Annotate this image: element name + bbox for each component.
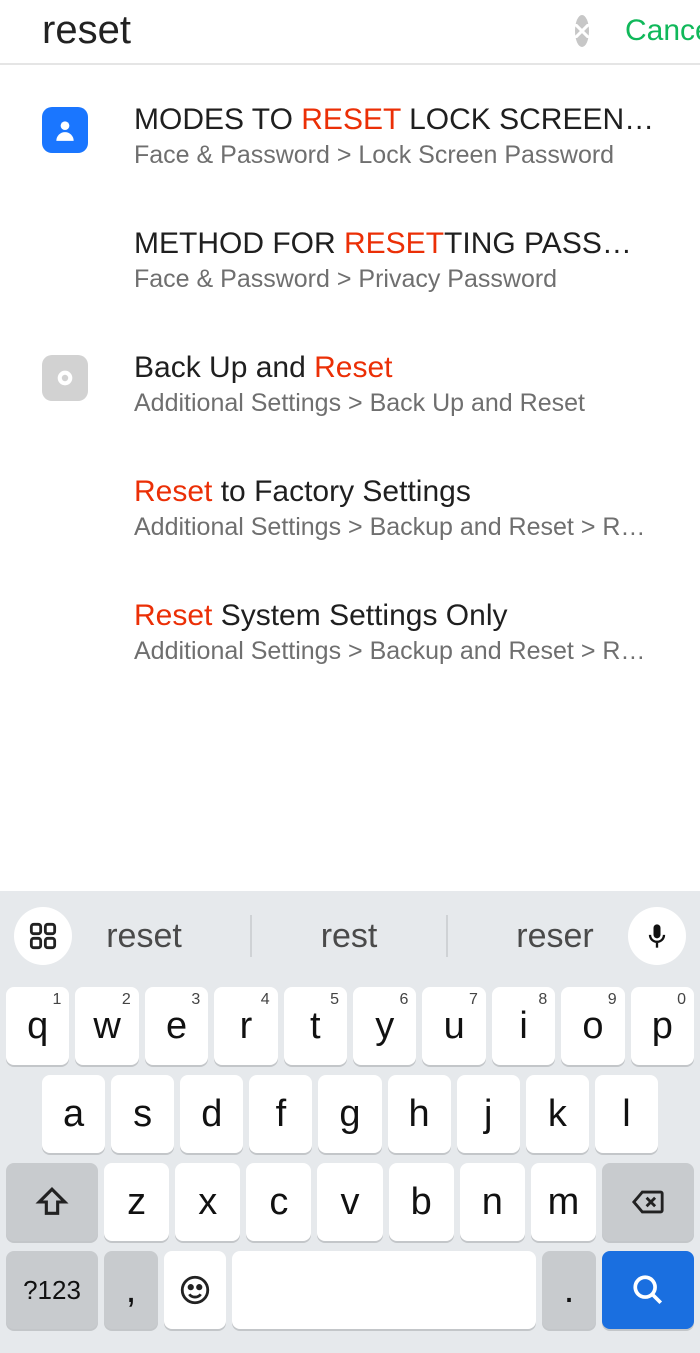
keyboard-rows: q1w2e3r4t5y6u7i8o9p0 asdfghjkl zxcvbnm ?…	[0, 981, 700, 1353]
result-icon-empty	[42, 479, 88, 525]
key-e[interactable]: e3	[145, 987, 208, 1065]
result-subtitle: Additional Settings > Backup and Reset >…	[134, 513, 658, 542]
result-text: Back Up and Reset Additional Settings > B…	[134, 351, 658, 418]
key-f[interactable]: f	[249, 1075, 312, 1153]
result-title: Reset to Factory Settings	[134, 475, 658, 509]
gear-icon	[42, 355, 88, 401]
apps-icon[interactable]	[14, 907, 72, 965]
emoji-key[interactable]	[164, 1251, 226, 1329]
search-result-item[interactable]: METHOD FOR RESETTING PASSWO.. Face & Pass…	[42, 199, 658, 323]
keyboard-suggestion-bar: reset rest reser	[0, 891, 700, 981]
result-title: METHOD FOR RESETTING PASSWO..	[134, 227, 658, 261]
space-key[interactable]	[232, 1251, 536, 1329]
result-text: MODES TO RESET LOCK SCREEN P.. Face & Pas…	[134, 103, 658, 170]
key-y[interactable]: y6	[353, 987, 416, 1065]
cancel-button[interactable]: Cancel	[625, 14, 700, 48]
keyboard-suggestion[interactable]: reser	[516, 917, 593, 956]
backspace-key[interactable]	[602, 1163, 694, 1241]
result-icon-empty	[42, 603, 88, 649]
period-key[interactable]: .	[542, 1251, 596, 1329]
key-x[interactable]: x	[175, 1163, 240, 1241]
result-subtitle: Additional Settings > Back Up and Reset	[134, 389, 658, 418]
result-subtitle: Face & Password > Lock Screen Password	[134, 141, 658, 170]
result-subtitle: Additional Settings > Backup and Reset >…	[134, 637, 658, 666]
key-j[interactable]: j	[457, 1075, 520, 1153]
key-n[interactable]: n	[460, 1163, 525, 1241]
key-k[interactable]: k	[526, 1075, 589, 1153]
search-results: MODES TO RESET LOCK SCREEN P.. Face & Pas…	[0, 65, 700, 695]
key-m[interactable]: m	[531, 1163, 596, 1241]
clear-icon[interactable]	[575, 15, 589, 47]
key-z[interactable]: z	[104, 1163, 169, 1241]
key-v[interactable]: v	[317, 1163, 382, 1241]
key-s[interactable]: s	[111, 1075, 174, 1153]
key-t[interactable]: t5	[284, 987, 347, 1065]
result-text: Reset to Factory Settings Additional Sett…	[134, 475, 658, 542]
comma-key[interactable]: ,	[104, 1251, 158, 1329]
key-h[interactable]: h	[388, 1075, 451, 1153]
divider	[250, 915, 252, 957]
key-b[interactable]: b	[389, 1163, 454, 1241]
search-bar: Cancel	[0, 0, 700, 65]
key-o[interactable]: o9	[561, 987, 624, 1065]
result-icon-empty	[42, 231, 88, 277]
search-input[interactable]	[42, 8, 557, 53]
key-r[interactable]: r4	[214, 987, 277, 1065]
keyboard-suggestion[interactable]: rest	[321, 917, 378, 956]
search-result-item[interactable]: Back Up and Reset Additional Settings > B…	[42, 323, 658, 447]
key-p[interactable]: p0	[631, 987, 694, 1065]
search-key[interactable]	[602, 1251, 694, 1329]
symbols-key[interactable]: ?123	[6, 1251, 98, 1329]
key-l[interactable]: l	[595, 1075, 658, 1153]
result-text: METHOD FOR RESETTING PASSWO.. Face & Pass…	[134, 227, 658, 294]
mic-icon[interactable]	[628, 907, 686, 965]
search-result-item[interactable]: MODES TO RESET LOCK SCREEN P.. Face & Pas…	[42, 75, 658, 199]
result-subtitle: Face & Password > Privacy Password	[134, 265, 658, 294]
result-title: MODES TO RESET LOCK SCREEN P..	[134, 103, 658, 137]
key-w[interactable]: w2	[75, 987, 138, 1065]
result-text: Reset System Settings Only Additional Set…	[134, 599, 658, 666]
search-result-item[interactable]: Reset System Settings Only Additional Set…	[42, 571, 658, 695]
keyboard-suggestion[interactable]: reset	[106, 917, 182, 956]
divider	[446, 915, 448, 957]
result-title: Back Up and Reset	[134, 351, 658, 385]
key-g[interactable]: g	[318, 1075, 381, 1153]
keyboard: reset rest reser q1w2e3r4t5y6u7i8o9p0 asdf…	[0, 891, 700, 1353]
result-title: Reset System Settings Only	[134, 599, 658, 633]
key-u[interactable]: u7	[422, 987, 485, 1065]
key-c[interactable]: c	[246, 1163, 311, 1241]
key-i[interactable]: i8	[492, 987, 555, 1065]
shift-key[interactable]	[6, 1163, 98, 1241]
key-a[interactable]: a	[42, 1075, 105, 1153]
key-q[interactable]: q1	[6, 987, 69, 1065]
key-d[interactable]: d	[180, 1075, 243, 1153]
search-result-item[interactable]: Reset to Factory Settings Additional Sett…	[42, 447, 658, 571]
contact-icon	[42, 107, 88, 153]
